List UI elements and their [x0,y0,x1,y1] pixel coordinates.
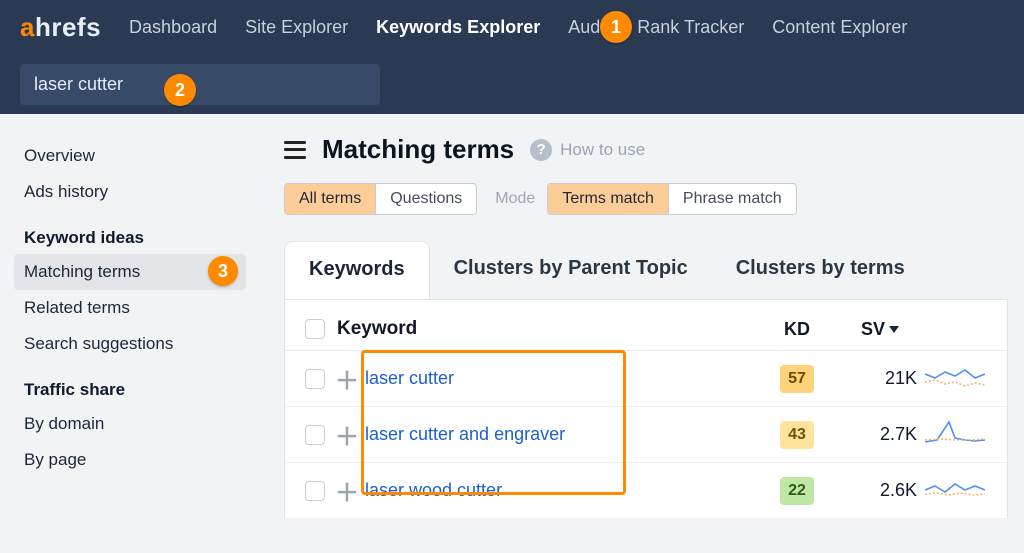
how-to-use-label: How to use [560,140,645,160]
page-title: Matching terms [322,134,514,165]
sidebar-item-related-terms[interactable]: Related terms [14,290,246,326]
table-row: ＋ laser cutter 57 21K [285,351,1007,407]
kd-pill: 22 [780,477,814,505]
filter-phrase-match[interactable]: Phrase match [669,184,796,214]
mode-filter-group: Terms match Phrase match [547,183,796,215]
expand-icon[interactable]: ＋ [333,361,361,396]
help-icon: ? [530,139,552,161]
sidebar-item-ads-history[interactable]: Ads history [14,174,246,210]
row-checkbox[interactable] [305,369,325,389]
table-row: ＋ laser cutter and engraver 43 2.7K [285,407,1007,463]
row-checkbox[interactable] [305,481,325,501]
filter-terms-match[interactable]: Terms match [548,184,669,214]
sidebar: Overview Ads history Keyword ideas Match… [0,114,260,553]
hamburger-icon[interactable] [284,141,306,159]
sidebar-item-overview[interactable]: Overview [14,138,246,174]
kd-pill: 57 [780,365,814,393]
content-area: Matching terms ? How to use All terms Qu… [260,114,1024,553]
mode-label: Mode [495,190,535,208]
keyword-table: Keyword KD SV ＋ laser cutter 57 21K [284,300,1008,519]
sv-value: 2.7K [835,424,925,445]
tab-keywords[interactable]: Keywords [284,241,430,299]
table-row: ＋ laser wood cutter 22 2.6K [285,463,1007,519]
sidebar-head-traffic-share: Traffic share [14,362,246,406]
annotation-badge-2: 2 [164,74,196,106]
column-header-keyword[interactable]: Keyword [333,318,759,340]
logo-hrefs: hrefs [35,12,101,42]
sidebar-item-matching-terms[interactable]: Matching terms 3 [14,254,246,290]
trend-sparkline [925,476,995,506]
nav-keywords-explorer[interactable]: Keywords Explorer [376,17,540,38]
logo: ahrefs [20,12,101,43]
sv-value: 21K [835,368,925,389]
nav-rank-tracker[interactable]: Rank Tracker [637,17,744,38]
expand-icon[interactable]: ＋ [333,473,361,508]
result-tabs: Keywords Clusters by Parent Topic Cluste… [284,241,1008,300]
sv-head-label: SV [861,319,885,340]
annotation-badge-3: 3 [208,256,238,286]
top-nav: ahrefs Dashboard Site Explorer Keywords … [0,0,1024,54]
trend-sparkline [925,364,995,394]
row-checkbox[interactable] [305,425,325,445]
sort-desc-icon [889,326,899,333]
logo-a: a [20,12,35,42]
column-header-kd[interactable]: KD [759,319,835,340]
filter-questions[interactable]: Questions [376,184,476,214]
sidebar-head-keyword-ideas: Keyword ideas [14,210,246,254]
keyword-link[interactable]: laser wood cutter [361,480,759,501]
how-to-use-link[interactable]: ? How to use [530,139,645,161]
keyword-search-input[interactable] [20,64,380,105]
terms-filter-group: All terms Questions [284,183,477,215]
tab-clusters-parent[interactable]: Clusters by Parent Topic [430,241,712,299]
search-row [0,54,1024,114]
column-header-sv[interactable]: SV [835,319,925,340]
sidebar-item-search-suggestions[interactable]: Search suggestions [14,326,246,362]
annotation-badge-1: 1 [600,11,632,43]
nav-content-explorer[interactable]: Content Explorer [772,17,907,38]
expand-icon[interactable]: ＋ [333,417,361,452]
trend-sparkline [925,420,995,450]
tab-clusters-terms[interactable]: Clusters by terms [712,241,929,299]
sv-value: 2.6K [835,480,925,501]
keyword-link[interactable]: laser cutter and engraver [361,424,759,445]
nav-dashboard[interactable]: Dashboard [129,17,217,38]
nav-site-explorer[interactable]: Site Explorer [245,17,348,38]
sidebar-item-by-page[interactable]: By page [14,442,246,478]
sidebar-item-by-domain[interactable]: By domain [14,406,246,442]
kd-pill: 43 [780,421,814,449]
filter-all-terms[interactable]: All terms [285,184,376,214]
select-all-checkbox[interactable] [305,319,325,339]
sidebar-item-label: Matching terms [24,262,140,281]
keyword-link[interactable]: laser cutter [361,368,759,389]
